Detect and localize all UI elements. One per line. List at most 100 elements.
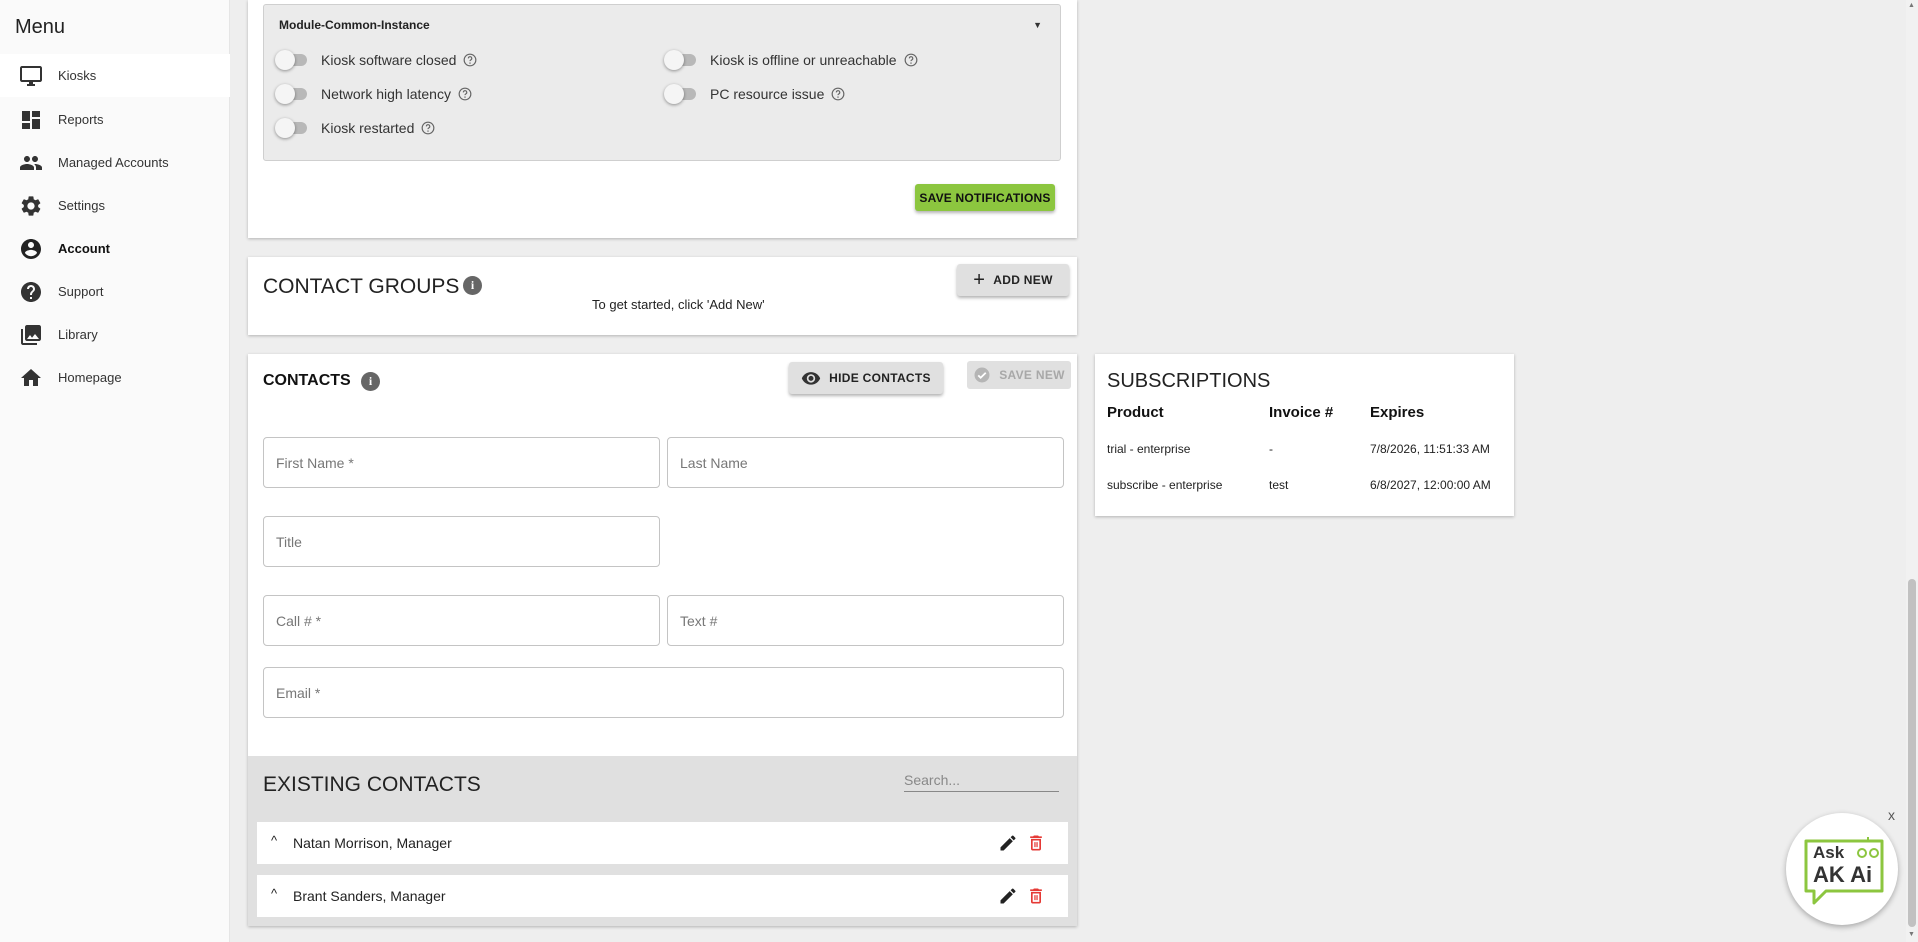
last-name-field[interactable] (667, 437, 1064, 488)
sidebar-item-label: Support (58, 284, 104, 299)
contact-name: Brant Sanders, Manager (293, 888, 446, 904)
subscription-product: trial - enterprise (1107, 442, 1191, 456)
notification-toggle[interactable] (664, 50, 698, 70)
call-number-field[interactable] (263, 595, 660, 646)
monitor-icon (20, 66, 42, 86)
module-title: Module-Common-Instance (279, 18, 430, 32)
eye-icon (801, 372, 821, 385)
sidebar-item-library[interactable]: Library (0, 313, 230, 356)
contact-name: Natan Morrison, Manager (293, 835, 452, 851)
help-outline-icon[interactable] (421, 121, 435, 135)
sidebar-item-support[interactable]: Support (0, 270, 230, 313)
toggle-row-network-latency: Network high latency (275, 84, 472, 104)
plus-icon: + (973, 269, 986, 291)
toggle-row-kiosk-offline: Kiosk is offline or unreachable (664, 50, 918, 70)
check-circle-icon (974, 367, 990, 383)
save-new-label: SAVE NEW (999, 368, 1065, 382)
edit-icon[interactable] (998, 886, 1018, 906)
menu-title: Menu (15, 16, 66, 38)
edit-icon[interactable] (998, 833, 1018, 853)
dashboard-icon (22, 111, 40, 129)
toggle-label: Kiosk software closed (321, 52, 457, 68)
scroll-thumb[interactable] (1908, 579, 1916, 927)
subscription-product: subscribe - enterprise (1107, 478, 1223, 492)
toggle-row-kiosk-restarted: Kiosk restarted (275, 118, 435, 138)
info-icon[interactable]: i (361, 372, 380, 391)
help-outline-icon[interactable] (463, 53, 477, 67)
caret-down-icon[interactable]: ▼ (1033, 20, 1042, 30)
help-circle-icon (21, 282, 41, 302)
ask-ai-widget[interactable]: Ask AK Ai (1786, 813, 1898, 925)
sidebar-item-label: Managed Accounts (58, 155, 169, 170)
module-panel[interactable]: Module-Common-Instance ▼ Kiosk software … (263, 4, 1061, 161)
hide-contacts-button[interactable]: HIDE CONTACTS (789, 362, 943, 394)
toggle-label: Kiosk restarted (321, 120, 415, 136)
ak-ai-label: AK Ai (1813, 862, 1873, 887)
photo-library-icon (21, 325, 41, 345)
subscription-invoice: - (1269, 442, 1273, 456)
column-header-invoice: Invoice # (1269, 404, 1334, 421)
notification-toggle[interactable] (275, 118, 309, 138)
save-notifications-button[interactable]: SAVE NOTIFICATIONS (915, 184, 1055, 211)
page-scrollbar[interactable]: ▲ ▼ (1906, 0, 1918, 942)
notification-toggle[interactable] (664, 84, 698, 104)
notification-toggle[interactable] (275, 50, 309, 70)
contact-groups-card: CONTACT GROUPS i + ADD NEW To get starte… (248, 257, 1077, 335)
sidebar-item-label: Library (58, 327, 98, 342)
contact-row[interactable]: ^ Natan Morrison, Manager (257, 822, 1068, 864)
gear-icon (21, 196, 41, 216)
sidebar-item-label: Homepage (58, 370, 122, 385)
home-icon (21, 369, 41, 386)
subscriptions-title: SUBSCRIPTIONS (1107, 370, 1271, 392)
sidebar-item-account[interactable]: Account (0, 227, 230, 270)
existing-contacts-title: EXISTING CONTACTS (263, 773, 481, 796)
account-circle-icon (21, 239, 41, 259)
text-number-field[interactable] (667, 595, 1064, 646)
sidebar-item-homepage[interactable]: Homepage (0, 356, 230, 399)
save-new-button[interactable]: SAVE NEW (967, 361, 1071, 389)
email-field[interactable] (263, 667, 1064, 718)
contact-groups-title: CONTACT GROUPS (263, 275, 460, 298)
people-icon (20, 156, 42, 170)
toggle-row-pc-resource: PC resource issue (664, 84, 845, 104)
first-name-field[interactable] (263, 437, 660, 488)
ask-label: Ask (1813, 843, 1845, 862)
contacts-card: CONTACTS i HIDE CONTACTS SAVE NEW EXISTI… (248, 354, 1077, 926)
help-outline-icon[interactable] (904, 53, 918, 67)
toggle-label: Kiosk is offline or unreachable (710, 52, 897, 68)
contacts-title: CONTACTS (263, 372, 351, 389)
sidebar-item-reports[interactable]: Reports (0, 98, 230, 141)
scroll-up-icon[interactable]: ▲ (1908, 2, 1915, 9)
sidebar-item-label: Kiosks (58, 68, 97, 83)
sidebar-item-managed-accounts[interactable]: Managed Accounts (0, 141, 230, 184)
notifications-card: Module-Common-Instance ▼ Kiosk software … (248, 0, 1077, 238)
existing-contacts-section: EXISTING CONTACTS ^ Natan Morrison, Mana… (248, 756, 1077, 926)
toggle-row-kiosk-software-closed: Kiosk software closed (275, 50, 477, 70)
info-icon[interactable]: i (463, 276, 482, 295)
add-new-label: ADD NEW (993, 273, 1053, 287)
chevron-up-icon[interactable]: ^ (271, 886, 277, 901)
contact-row[interactable]: ^ Brant Sanders, Manager (257, 875, 1068, 917)
help-outline-icon[interactable] (831, 87, 845, 101)
delete-icon[interactable] (1026, 886, 1046, 906)
sidebar-item-label: Account (58, 241, 110, 256)
sidebar-item-label: Reports (58, 112, 104, 127)
add-new-button[interactable]: + ADD NEW (957, 264, 1069, 296)
sidebar: Menu Kiosks Reports Managed Accounts Set… (0, 0, 230, 942)
column-header-expires: Expires (1370, 404, 1425, 421)
title-field[interactable] (263, 516, 660, 567)
sidebar-item-kiosks[interactable]: Kiosks (0, 54, 230, 97)
subscription-expires: 6/8/2027, 12:00:00 AM (1370, 478, 1491, 492)
scroll-down-icon[interactable]: ▼ (1908, 931, 1915, 938)
search-input[interactable] (904, 768, 1059, 792)
chevron-up-icon[interactable]: ^ (271, 833, 277, 848)
notification-toggle[interactable] (275, 84, 309, 104)
help-outline-icon[interactable] (458, 87, 472, 101)
delete-icon[interactable] (1026, 833, 1046, 853)
hide-contacts-label: HIDE CONTACTS (829, 371, 931, 385)
sidebar-item-label: Settings (58, 198, 105, 213)
contact-groups-hint: To get started, click 'Add New' (592, 297, 765, 312)
close-assistant-button[interactable]: x (1888, 807, 1895, 823)
sidebar-item-settings[interactable]: Settings (0, 184, 230, 227)
subscription-expires: 7/8/2026, 11:51:33 AM (1370, 442, 1490, 456)
